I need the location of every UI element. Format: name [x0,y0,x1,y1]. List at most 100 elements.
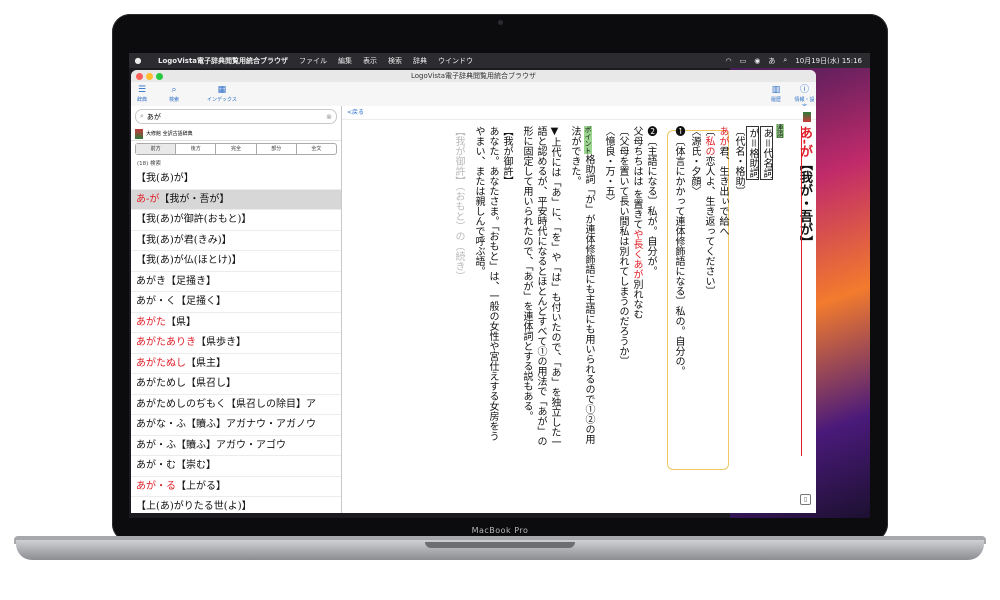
headword-divider [801,126,802,456]
result-item[interactable]: あがためしのぢもく【県召しの除目】ア [131,395,341,415]
article-pane: <戻る あ‐が【我が・吾が】 連語 あ＝代名詞 が＝格助詞 〔代名・格助〕 あが… [342,106,816,513]
result-item-reading: あがたぬし [136,357,186,369]
index-button-label: インデックス [207,97,237,103]
laptop-label: MacBook Pro [471,526,529,535]
sense1-definition: ❶〔体言にかかって連体修飾語になる〕私の。自分の。 [673,126,684,376]
sense1-translation-keyword: 私の [703,136,714,156]
result-item[interactable]: 【我(あ)が仏(ほとけ)】 [131,251,341,272]
result-item-text: 【県】 [166,316,196,328]
point-text-1-body: 格助詞「が」が連体修飾語にも主語にも用いられるので①②の用 [583,154,594,444]
result-item[interactable]: 【我(あ)が御許(おもと)】 [131,210,341,231]
sense2-source: 〈憶良・万・五〉 [603,126,614,206]
result-item[interactable]: 【我(あ)が君(きみ)】 [131,231,341,251]
pos-a: あ＝代名詞 [760,126,773,180]
result-item[interactable]: あがたぬし【県主】 [131,354,341,374]
sense1-translation: 〔私の恋人よ、生き返ってください〕 [703,126,714,296]
mode-suffix[interactable]: 後方 [176,144,217,154]
result-item-text: 【上(あ)がりたる世(よ)】 [136,501,252,512]
result-item-text: あが・く【足掻く】 [136,296,226,307]
search-input[interactable]: あが [147,112,161,122]
result-item[interactable]: あがた【県】 [131,313,341,333]
result-item[interactable]: あが・る【上がる】 [131,477,341,497]
book-icon[interactable]: ▯ [800,494,811,505]
result-item[interactable]: あが・ふ【贖ふ】アガウ・アゴウ [131,436,341,456]
result-item-reading: あがたありき [136,337,196,348]
headword-kanji: 【我が・吾が】 [797,157,812,249]
result-item[interactable]: あがな・ふ【贖ふ】アガナウ・アガノウ [131,415,341,436]
menu-view[interactable]: 表示 [363,56,377,66]
search-icon: ⌕ [171,85,177,95]
sense2-example: 父母ちちはは を置きてや長くあが別れなむ [630,126,642,319]
sense1-example: あが君、生き出ぃで給へ [716,126,728,236]
subentry-text-1: あなた。あなたさま。「おもと」は、一般の女性や宮仕えする女房をう [487,126,498,441]
result-count: (18) 検索 [137,161,162,167]
result-item[interactable]: あが・む【崇む】 [131,456,341,477]
history-icon: ▥ [771,85,781,95]
result-item[interactable]: あがためし【県召し】 [131,374,341,395]
history-button[interactable]: ▥ 履歴 [771,85,781,103]
input-method-indicator[interactable]: あ [768,56,775,66]
list-icon: ☰ [137,85,147,95]
user-icon[interactable]: ◉ [754,57,760,65]
headword: あ‐が【我が・吾が】 [795,126,814,248]
search-mode-segmented-control[interactable]: 前方 後方 完全 部分 全文 [135,143,337,155]
window-title: LogoVista電子辞典閲覧用統合ブラウザ [410,72,537,80]
menu-app[interactable]: LogoVista電子辞典閲覧用統合ブラウザ [158,56,288,66]
result-item-text: あが・む【崇む】 [136,460,216,471]
search-pane: ⌕ あが ⊗ 大修館 全訳古語辞典 前方 後方 完全 部分 全文 (18) 検索… [131,106,342,513]
mode-fulltext[interactable]: 全文 [297,144,336,154]
menu-search[interactable]: 検索 [388,56,402,66]
clock[interactable]: 10月19日(水) 15:16 [795,56,862,66]
info-icon: ⓘ [799,85,809,95]
search-icon[interactable]: ⌕ [783,56,787,65]
menu-edit[interactable]: 編集 [338,56,352,66]
result-item[interactable]: あが・く【足掻く】 [131,292,341,313]
screen: ● LogoVista電子辞典閲覧用統合ブラウザ ファイル 編集 表示 検索 辞… [129,53,870,518]
point-label: ポイント [584,126,592,154]
status-area: ◠ ▭ ◉ あ ⌕ 10月19日(水) 15:16 [726,56,870,66]
back-button[interactable]: <戻る [342,106,816,120]
menu-dictionary[interactable]: 辞典 [413,56,427,66]
note-2: 語と認めるが、平安時代になるとほとんどすべて①の用法で「あが」の [535,126,546,446]
search-button[interactable]: ⌕ 検索 [169,85,179,103]
dictionary-name: 大修館 全訳古語辞典 [146,131,193,137]
search-field[interactable]: ⌕ あが ⊗ [135,109,337,124]
history-button-label: 履歴 [771,97,782,103]
result-list: 【我(あ)が】あ‐が【我が・吾が】 【我(あ)が御許(おもと)】【我(あ)が君(き… [131,169,341,513]
result-item[interactable]: あ‐が【我が・吾が】 [131,189,341,210]
laptop-notch [425,542,575,548]
result-item-text: 【我(あ)が君(きみ)】 [136,234,232,246]
result-item-text: あがためし【県召し】 [136,378,236,389]
mode-exact[interactable]: 完全 [216,144,257,154]
toolbar: ☰ 辞典 ⌕ 検索 ▦ インデックス ▥ 履歴 ⓘ 情報・設定 [131,82,816,110]
app-window: LogoVista電子辞典閲覧用統合ブラウザ ☰ 辞典 ⌕ 検索 ▦ インデック… [131,70,816,513]
note-3: 形に固定して用いられたので、「あが」を連体詞とする説もある。 [521,126,532,421]
result-item[interactable]: 【我(あ)が】 [131,169,341,190]
mode-partial[interactable]: 部分 [257,144,297,154]
battery-icon[interactable]: ▭ [740,57,747,65]
sense1-translation-text: 恋人よ、生き返ってください [703,156,714,286]
pos-line-2: が＝格助詞 [746,126,759,180]
mode-prefix[interactable]: 前方 [136,144,177,154]
wifi-icon[interactable]: ◠ [726,57,732,65]
result-item-text: 【我が・吾が】 [159,193,230,205]
result-item[interactable]: あがたありき【県歩き】 [131,333,341,354]
dictionary-selector[interactable]: 大修館 全訳古語辞典 [131,127,341,141]
result-item[interactable]: 【上(あ)がりたる世(よ)】 [131,497,341,513]
index-button[interactable]: ▦ インデックス [207,85,237,103]
result-item-text: 【我(あ)が】 [136,173,194,184]
search-icon: ⌕ [140,112,144,120]
menu-file[interactable]: ファイル [299,56,327,66]
sense1-source: 〈源氏・夕顔〉 [689,126,700,196]
category-label: 連語 [776,124,784,138]
result-item-text: 【上がる】 [176,480,226,492]
subentry-text-2: やまい、または親しんで呼ぶ語。 [473,126,484,276]
dictionary-button[interactable]: ☰ 辞典 [137,85,147,103]
result-item[interactable]: あがき【足掻き】 [131,272,341,292]
pos-bracket: 〔代名・格助〕 [733,126,744,196]
result-item-text: あが・ふ【贖ふ】アガウ・アゴウ [136,439,286,451]
clear-search-icon[interactable]: ⊗ [326,113,332,121]
menu-window[interactable]: ウインドウ [438,56,473,66]
sense2-example-keyword: や長くあが [631,229,642,280]
apple-icon[interactable]: ● [129,56,147,65]
